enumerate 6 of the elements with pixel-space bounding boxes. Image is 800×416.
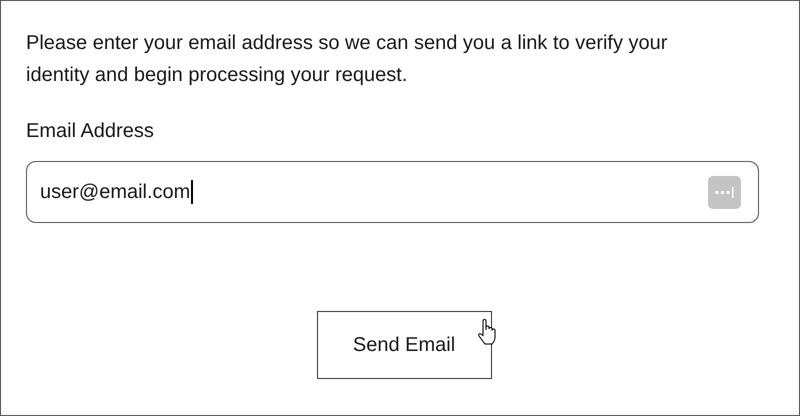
email-field[interactable]: user@email.com (26, 161, 759, 223)
send-email-button[interactable]: Send Email (316, 311, 492, 379)
text-caret (191, 180, 193, 204)
password-manager-icon[interactable] (708, 176, 741, 208)
field-label: Email Address (26, 119, 154, 144)
instructions-text: Please enter your email address so we can send you a link to verify your identity and begin processing your request. (26, 31, 668, 88)
